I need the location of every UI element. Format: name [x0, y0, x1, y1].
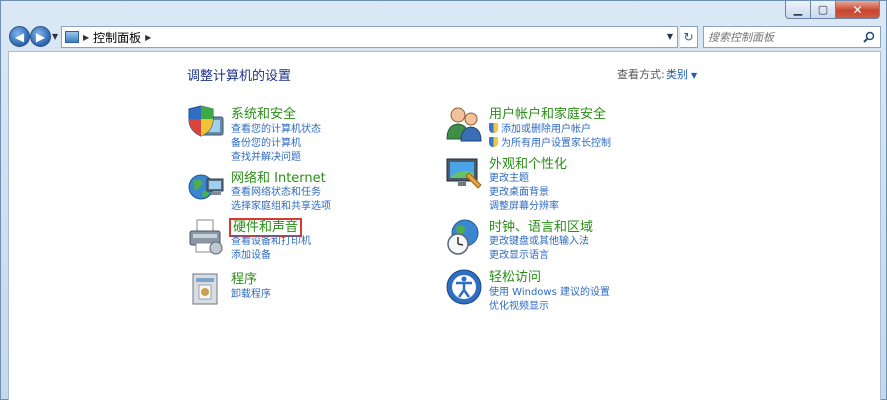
link-optimize-video[interactable]: 优化视频显示	[489, 297, 549, 312]
view-by-label: 查看方式:	[617, 68, 665, 81]
breadcrumb-control-panel[interactable]: 控制面板	[93, 29, 141, 46]
caption-buttons: ▁ ▢ ✕	[785, 1, 880, 19]
users-icon[interactable]	[445, 105, 483, 143]
link-screen-resolution[interactable]: 调整屏幕分辨率	[489, 197, 559, 212]
view-by-value[interactable]: 类别	[666, 68, 688, 81]
view-by-dropdown[interactable]: 类别 ▼	[666, 66, 697, 82]
uac-shield-icon	[489, 123, 498, 133]
maximize-button[interactable]: ▢	[811, 1, 836, 19]
forward-button[interactable]: ▶	[30, 26, 51, 47]
refresh-button[interactable]: ↻	[680, 26, 698, 48]
back-button[interactable]: ◀	[9, 26, 30, 47]
page-title: 调整计算机的设置	[187, 69, 292, 84]
link-view-computer-status[interactable]: 查看您的计算机状态	[231, 120, 321, 135]
control-panel-icon	[65, 31, 79, 43]
search-input[interactable]	[708, 30, 858, 44]
ease-of-access-icon[interactable]	[445, 268, 483, 306]
breadcrumb-arrow-icon[interactable]: ▶	[145, 33, 151, 42]
network-globe-icon[interactable]	[187, 169, 225, 207]
breadcrumb-arrow-icon[interactable]: ▶	[83, 33, 89, 42]
search-box[interactable]	[703, 26, 881, 48]
chevron-down-icon[interactable]: ▼	[691, 71, 697, 80]
monitor-icon[interactable]	[445, 155, 483, 193]
clock-globe-icon[interactable]	[445, 218, 483, 256]
link-parental-controls-label[interactable]: 为所有用户设置家长控制	[501, 138, 611, 149]
recent-pages-dropdown-icon[interactable]: ▼	[52, 32, 58, 41]
content-area: 调整计算机的设置 查看方式: 类别 ▼ 系统和安全 查看您的计算机状态 备份您的计…	[8, 51, 881, 400]
link-troubleshoot[interactable]: 查找并解决问题	[231, 148, 301, 163]
link-keyboard-input[interactable]: 更改键盘或其他输入法	[489, 232, 589, 247]
link-uninstall-program[interactable]: 卸载程序	[231, 285, 271, 300]
address-bar[interactable]: ▶ 控制面板 ▶ ▼	[61, 26, 678, 48]
link-add-remove-accounts[interactable]: 添加或删除用户帐户	[489, 120, 591, 135]
link-display-language[interactable]: 更改显示语言	[489, 246, 549, 261]
link-parental-controls[interactable]: 为所有用户设置家长控制	[489, 134, 611, 149]
printer-icon[interactable]	[187, 218, 225, 256]
minimize-button[interactable]: ▁	[785, 1, 811, 19]
link-add-device[interactable]: 添加设备	[231, 246, 271, 261]
link-homegroup-options[interactable]: 选择家庭组和共享选项	[231, 197, 331, 212]
navigation-bar: ◀ ▶ ▼ ▶ 控制面板 ▶ ▼ ↻	[1, 23, 886, 49]
search-icon[interactable]	[863, 31, 875, 43]
programs-icon[interactable]	[187, 270, 225, 308]
link-windows-recommended[interactable]: 使用 Windows 建议的设置	[489, 283, 610, 298]
uac-shield-icon	[489, 137, 498, 147]
link-network-status[interactable]: 查看网络状态和任务	[231, 183, 321, 198]
link-change-theme[interactable]: 更改主题	[489, 169, 529, 184]
address-dropdown-icon[interactable]: ▼	[667, 32, 673, 41]
shield-computer-icon[interactable]	[187, 105, 225, 143]
close-button[interactable]: ✕	[836, 1, 880, 19]
link-backup-computer[interactable]: 备份您的计算机	[231, 134, 301, 149]
link-desktop-background[interactable]: 更改桌面背景	[489, 183, 549, 198]
control-panel-window: ▁ ▢ ✕ ◀ ▶ ▼ ▶ 控制面板 ▶ ▼ ↻ 调整计算机的设置 查看方式: …	[0, 0, 887, 400]
link-devices-printers[interactable]: 查看设备和打印机	[231, 232, 311, 247]
